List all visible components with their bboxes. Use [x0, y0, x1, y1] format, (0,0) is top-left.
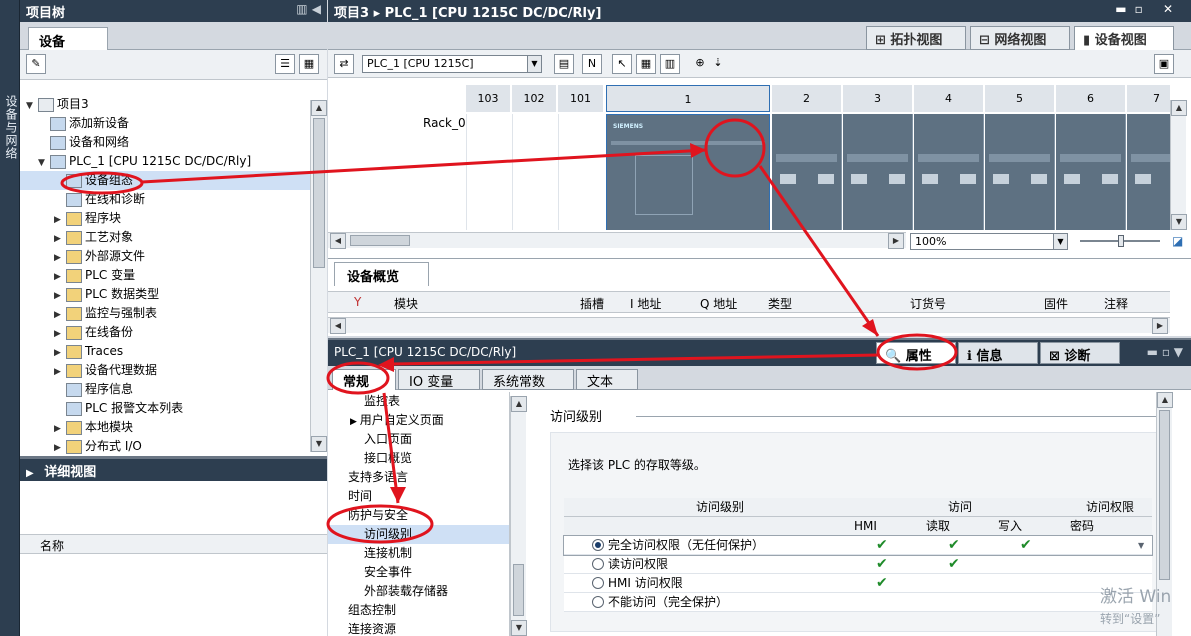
- arrow-general-to-security: [382, 392, 400, 504]
- highlight-properties-tab: [876, 333, 958, 371]
- activation-watermark: 激活 Win: [1100, 587, 1172, 607]
- arrow-config-to-cpu: [141, 148, 707, 184]
- highlight-general-tab: [326, 361, 390, 395]
- highlight-device-config: [60, 171, 144, 195]
- highlight-protection-security: [326, 504, 434, 544]
- activation-watermark-sub: 转到“设置”: [1100, 612, 1161, 626]
- arrow-cpu-to-properties: [758, 165, 880, 337]
- highlight-cpu: [704, 118, 766, 178]
- arrow-properties-to-general: [392, 353, 880, 366]
- annotation-overlay: [60, 118, 958, 544]
